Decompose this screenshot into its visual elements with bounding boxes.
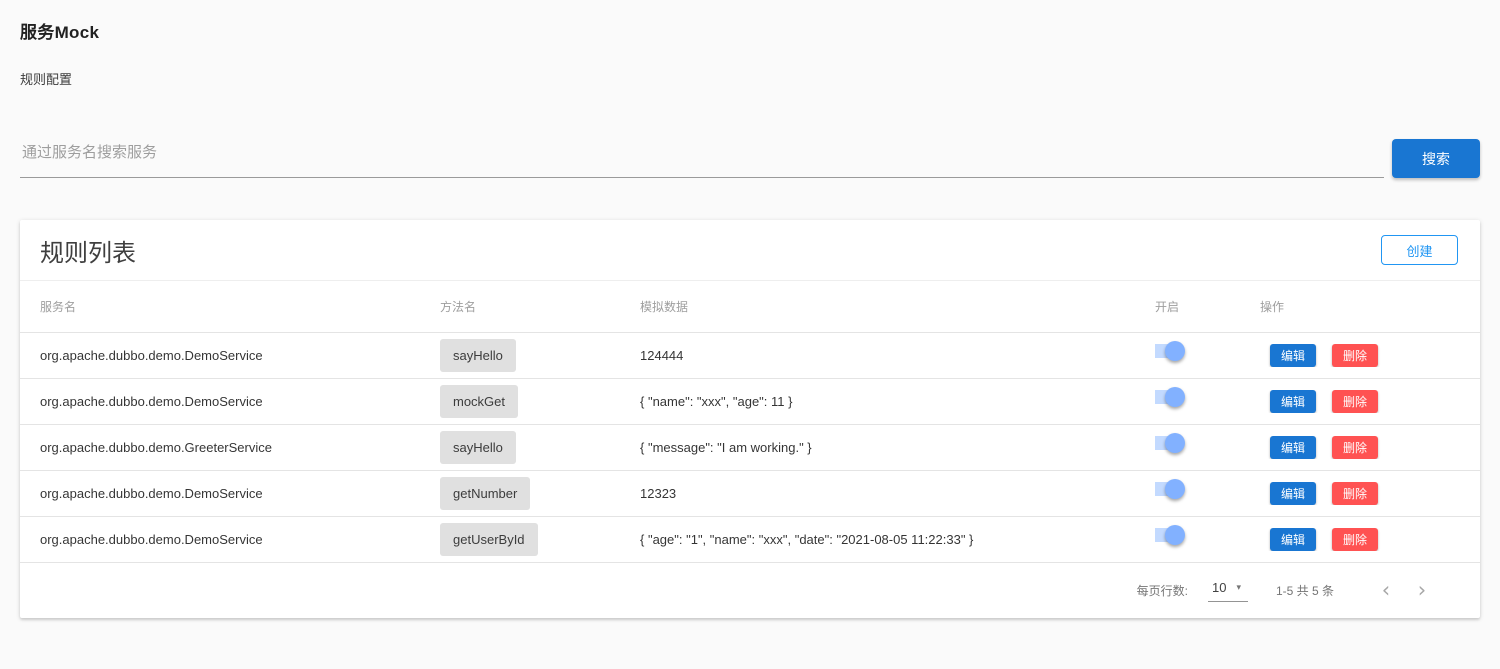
edit-button[interactable]: 编辑 [1270, 436, 1317, 459]
method-name-chip: getNumber [440, 477, 531, 510]
service-name-cell: org.apache.dubbo.demo.DemoService [40, 394, 263, 409]
edit-button[interactable]: 编辑 [1270, 390, 1317, 413]
service-name-cell: org.apache.dubbo.demo.DemoService [40, 348, 263, 363]
table-row: org.apache.dubbo.demo.DemoService sayHel… [20, 332, 1480, 378]
page-title: 服务Mock [20, 23, 100, 42]
mock-data-cell: { "name": "xxx", "age": 11 } [640, 394, 793, 409]
delete-button[interactable]: 删除 [1332, 390, 1379, 413]
table-row: org.apache.dubbo.demo.GreeterService say… [20, 424, 1480, 470]
rule-list-card: 规则列表 创建 服务名 方法名 模拟数据 开启 操作 org.apache.du… [20, 220, 1480, 618]
rows-per-page-value: 10 [1211, 579, 1227, 595]
dropdown-caret-icon: ▾ [1236, 581, 1241, 592]
toggle-thumb [1165, 433, 1185, 453]
toggle-thumb [1165, 341, 1185, 361]
service-mock-page: 服务Mock 规则配置 搜索 规则列表 创建 服务名 方法名 模拟数据 开启 操… [0, 0, 1500, 618]
service-name-cell: org.apache.dubbo.demo.DemoService [40, 532, 263, 547]
table-row: org.apache.dubbo.demo.DemoService getUse… [20, 516, 1480, 562]
header-enabled: 开启 [1155, 300, 1180, 314]
service-name-cell: org.apache.dubbo.demo.GreeterService [40, 440, 272, 455]
mock-data-cell: 12323 [640, 486, 677, 501]
enabled-toggle[interactable] [1155, 524, 1185, 546]
edit-button[interactable]: 编辑 [1270, 344, 1317, 367]
delete-button[interactable]: 删除 [1332, 436, 1379, 459]
edit-button[interactable]: 编辑 [1270, 482, 1317, 505]
previous-page-icon[interactable]: ‹ [1368, 580, 1404, 601]
next-page-icon[interactable]: › [1404, 580, 1440, 601]
enabled-toggle[interactable] [1155, 478, 1185, 500]
table-row: org.apache.dubbo.demo.DemoService getNum… [20, 470, 1480, 516]
mock-data-cell: { "age": "1", "name": "xxx", "date": "20… [640, 532, 974, 547]
method-name-chip: getUserById [440, 523, 538, 556]
pagination-bar: 每页行数: 10 ▾ 1-5 共 5 条 ‹ › [20, 562, 1480, 618]
mock-data-cell: { "message": "I am working." } [640, 440, 812, 455]
toggle-thumb [1165, 479, 1185, 499]
card-header: 规则列表 创建 [20, 220, 1480, 280]
method-name-chip: sayHello [440, 339, 516, 372]
table-header-row: 服务名 方法名 模拟数据 开启 操作 [20, 280, 1480, 332]
card-title: 规则列表 [40, 239, 136, 267]
pagination-range-text: 1-5 共 5 条 [1275, 584, 1334, 598]
header-method-name: 方法名 [440, 300, 477, 314]
breadcrumb: 规则配置 [20, 72, 73, 87]
delete-button[interactable]: 删除 [1332, 528, 1379, 551]
header-mock-data: 模拟数据 [640, 300, 689, 314]
header-service-name: 服务名 [40, 300, 77, 314]
header-actions: 操作 [1260, 300, 1285, 314]
rows-per-page-label: 每页行数: [1136, 584, 1188, 598]
delete-button[interactable]: 删除 [1332, 344, 1379, 367]
enabled-toggle[interactable] [1155, 432, 1185, 454]
create-button[interactable]: 创建 [1381, 235, 1458, 265]
table-body: org.apache.dubbo.demo.DemoService sayHel… [20, 332, 1480, 562]
enabled-toggle[interactable] [1155, 386, 1185, 408]
method-name-chip: sayHello [440, 431, 516, 464]
service-name-cell: org.apache.dubbo.demo.DemoService [40, 486, 263, 501]
edit-button[interactable]: 编辑 [1270, 528, 1317, 551]
toggle-thumb [1165, 387, 1185, 407]
search-input[interactable] [20, 138, 1384, 178]
toggle-thumb [1165, 525, 1185, 545]
table-row: org.apache.dubbo.demo.DemoService mockGe… [20, 378, 1480, 424]
mock-data-cell: 124444 [640, 348, 684, 363]
enabled-toggle[interactable] [1155, 340, 1185, 362]
delete-button[interactable]: 删除 [1332, 482, 1379, 505]
search-button[interactable]: 搜索 [1392, 139, 1480, 178]
method-name-chip: mockGet [440, 385, 519, 418]
rows-per-page-select[interactable]: 10 ▾ [1207, 579, 1248, 602]
search-bar: 搜索 [20, 138, 1480, 178]
